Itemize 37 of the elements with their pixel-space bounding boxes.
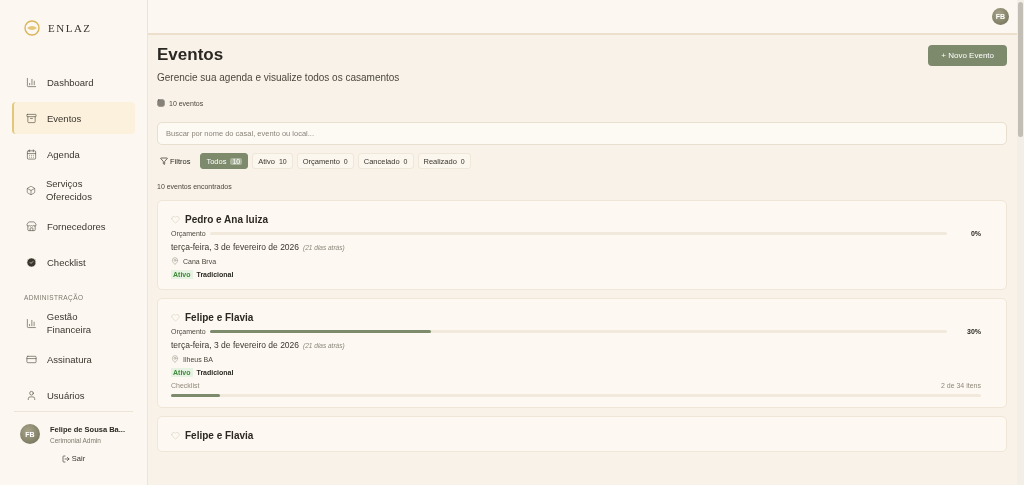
location-icon xyxy=(171,355,179,363)
nav-item[interactable]: Fornecedores xyxy=(12,210,135,242)
heart-icon[interactable] xyxy=(171,215,180,224)
event-name: Felipe e Flavia xyxy=(185,430,254,441)
heart-icon[interactable] xyxy=(171,313,180,322)
new-event-button[interactable]: + Novo Evento xyxy=(928,45,1007,66)
calendar-icon xyxy=(26,148,37,160)
nav-item[interactable]: Gestão Financeira xyxy=(12,307,135,339)
nav-item[interactable]: Eventos xyxy=(12,102,135,134)
event-name: Felipe e Flavia xyxy=(185,312,254,323)
brand-name: ENLAZ xyxy=(48,22,92,34)
filter-icon xyxy=(160,157,168,165)
nav-item[interactable]: Dashboard xyxy=(12,66,135,98)
nav-item[interactable]: Agenda xyxy=(12,138,135,170)
page-title: Eventos xyxy=(157,45,224,65)
logout-icon xyxy=(61,454,70,463)
check-icon xyxy=(26,256,37,268)
credit-card-icon xyxy=(26,353,37,365)
location-icon xyxy=(171,257,179,265)
event-name: Pedro e Ana luiza xyxy=(185,214,268,225)
nav-item[interactable]: Assinatura xyxy=(12,343,135,375)
event-date: terça-feira, 3 de fevereiro de 2026 xyxy=(171,340,300,350)
nav-item[interactable]: Serviços Oferecidos xyxy=(12,174,135,206)
archive-icon xyxy=(26,112,37,124)
user-icon xyxy=(26,389,37,401)
logo-icon xyxy=(24,20,40,36)
chart-icon xyxy=(26,317,37,329)
store-icon xyxy=(26,220,37,232)
scrollbar[interactable] xyxy=(1017,0,1024,485)
chart-icon xyxy=(26,76,37,88)
box-icon xyxy=(26,184,36,196)
nav-item[interactable]: Checklist xyxy=(12,246,135,278)
nav-item[interactable]: Usuários xyxy=(12,379,135,411)
event-date: terça-feira, 3 de fevereiro de 2026 xyxy=(171,242,300,252)
page-subtitle: Gerencie sua agenda e visualize todos os casamentos xyxy=(157,72,401,83)
heart-icon[interactable] xyxy=(171,431,180,440)
event-card[interactable]: Felipe e Flavia xyxy=(157,416,1007,452)
